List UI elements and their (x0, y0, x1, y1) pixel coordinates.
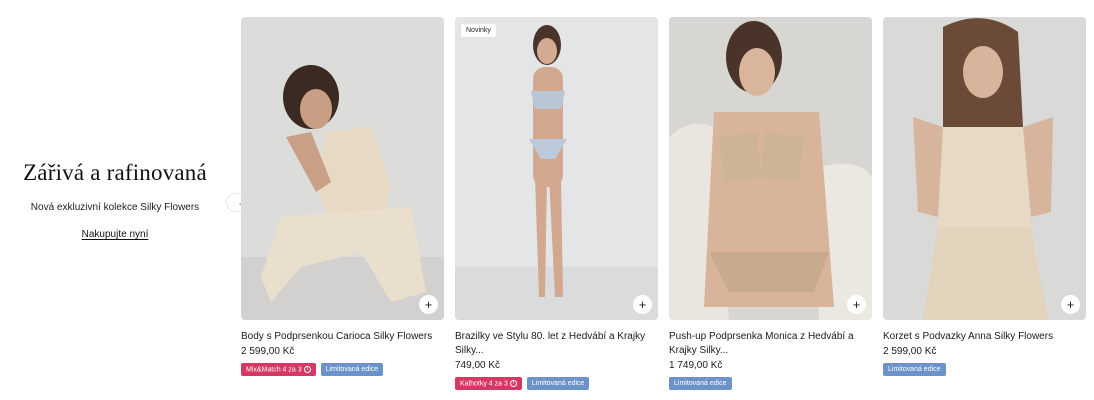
product-price: 2 599,00 Kč (241, 346, 295, 357)
product-image[interactable]: Novinky + (455, 17, 658, 320)
product-price: 1 749,00 Kč (669, 360, 723, 371)
badges: Kalhotky 4 za 3i Limitovaná edice (455, 377, 658, 391)
shop-now-link[interactable]: Nakupujte nyní (82, 229, 149, 240)
product-name[interactable]: Body s Podprsenkou Carioca Silky Flowers (241, 330, 441, 344)
plus-icon: + (638, 297, 647, 312)
plus-icon: + (424, 297, 433, 312)
limited-edition-badge: Limitovaná edice (526, 377, 590, 391)
product-card[interactable]: + Push-up Podprsenka Monica z Hedvábí a … (669, 17, 872, 390)
product-name[interactable]: Push-up Podprsenka Monica z Hedvábí a Kr… (669, 330, 869, 358)
limited-edition-badge: Limitovaná edice (883, 363, 946, 376)
promo-title: Zářivá a rafinovaná (23, 160, 207, 185)
plus-icon: + (852, 297, 861, 312)
badges: Limitovaná edice (883, 363, 1086, 376)
new-badge: Novinky (461, 24, 496, 37)
product-card[interactable]: + Korzet s Podvazky Anna Silky Flowers 2… (883, 17, 1086, 376)
add-to-cart-button[interactable]: + (633, 295, 652, 314)
product-image[interactable]: + (669, 17, 872, 320)
add-to-cart-button[interactable]: + (419, 295, 438, 314)
add-to-cart-button[interactable]: + (847, 295, 866, 314)
promo-block: Zářivá a rafinovaná Nová exkluzivní kole… (0, 160, 230, 242)
badges: Mix&Match 4 za 3i Limitovaná edice (241, 363, 444, 377)
info-icon: i (303, 366, 311, 373)
promo-badge: Mix&Match 4 za 3i (241, 363, 316, 377)
badges: Limitovaná edice (669, 377, 872, 390)
add-to-cart-button[interactable]: + (1061, 295, 1080, 314)
product-card[interactable]: Novinky + Brazilky ve Stylu 80. let z He… (455, 17, 658, 391)
product-price: 2 599,00 Kč (883, 346, 937, 357)
product-carousel: + Body s Podprsenkou Carioca Silky Flowe… (241, 17, 1087, 397)
product-image[interactable]: + (883, 17, 1086, 320)
limited-edition-badge: Limitovaná edice (669, 377, 732, 390)
product-card[interactable]: + Body s Podprsenkou Carioca Silky Flowe… (241, 17, 444, 377)
product-name[interactable]: Brazilky ve Stylu 80. let z Hedvábí a Kr… (455, 330, 655, 358)
limited-edition-badge: Limitovaná edice (320, 363, 384, 377)
product-image[interactable]: + (241, 17, 444, 320)
plus-icon: + (1066, 297, 1075, 312)
product-name[interactable]: Korzet s Podvazky Anna Silky Flowers (883, 330, 1083, 344)
product-price: 749,00 Kč (455, 360, 501, 371)
promo-badge: Kalhotky 4 za 3i (455, 377, 522, 391)
info-icon: i (509, 380, 517, 387)
promo-subtitle: Nová exkluzivní kolekce Silky Flowers (30, 202, 200, 213)
